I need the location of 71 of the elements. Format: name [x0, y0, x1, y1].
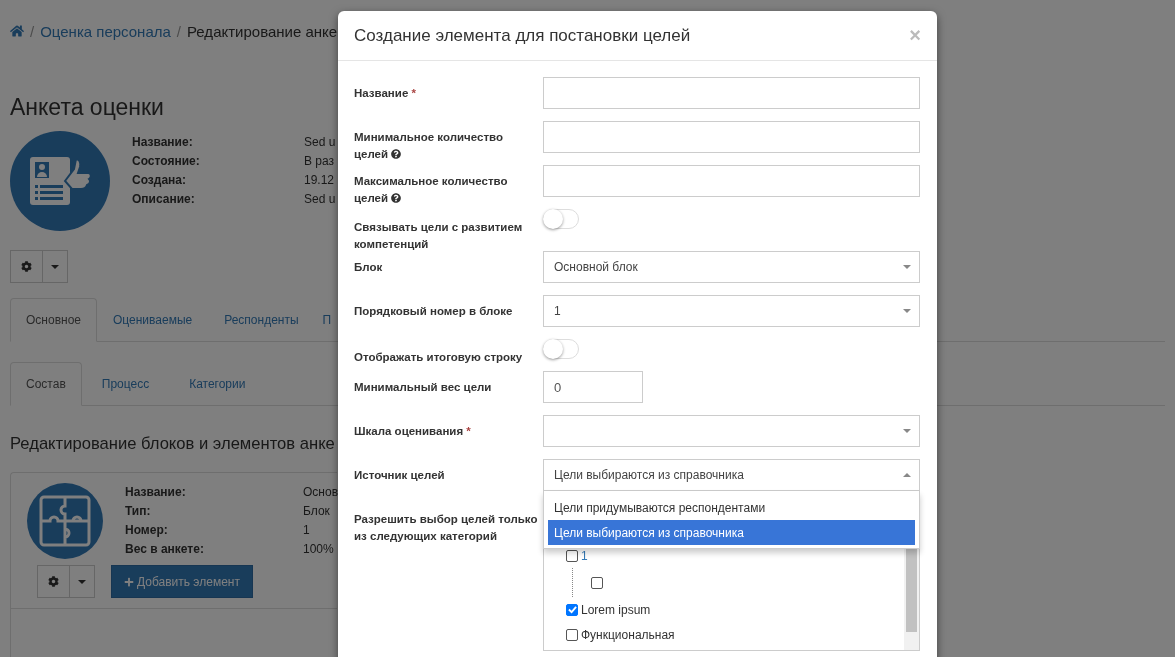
section-title: Редактирование блоков и элементов анке — [10, 434, 335, 454]
field-label: Шкала оценивания * — [354, 424, 472, 439]
dropdown-option[interactable]: Цели придумываются респондентами — [548, 495, 915, 520]
field-label: Минимальное количество целей — [354, 130, 504, 162]
add-element-button[interactable]: Добавить элемент — [111, 565, 253, 598]
profile-card-icon — [10, 131, 110, 231]
dropdown-toggle[interactable] — [42, 250, 68, 283]
breadcrumb-separator: / — [30, 22, 35, 40]
select-field[interactable]: 1 — [543, 295, 920, 327]
text-field[interactable] — [543, 165, 920, 197]
tree-item-label[interactable]: Lorem ipsum — [581, 602, 651, 617]
info-label: Название: — [132, 135, 194, 149]
info-value: Sed u — [304, 135, 336, 149]
field-label: Минимальный вес цели — [354, 380, 493, 395]
info-label: Вес в анкете: — [125, 542, 205, 556]
select-field[interactable]: Цели выбираются из справочника — [543, 459, 920, 491]
settings-icon — [21, 261, 32, 272]
settings-button[interactable] — [37, 565, 70, 598]
info-label: Описание: — [132, 192, 196, 206]
required-mark: * — [466, 425, 471, 437]
field-label: Порядковый номер в блоке — [354, 304, 514, 319]
select-field[interactable]: Основной блок — [543, 251, 920, 283]
tab[interactable]: Основное — [10, 298, 97, 342]
field-label: Отображать итоговую строку — [354, 350, 524, 365]
info-label: Номер: — [125, 523, 169, 537]
dropdown-toggle[interactable] — [69, 565, 95, 598]
info-label: Состояние: — [132, 154, 201, 168]
text-field[interactable] — [543, 121, 920, 153]
tab[interactable]: Состав — [10, 362, 82, 406]
breadcrumb-separator: / — [176, 22, 181, 40]
field-label: Максимальное количество целей — [354, 174, 509, 206]
help-icon[interactable] — [391, 193, 402, 203]
modal-title: Создание элемента для постановки целей — [354, 25, 691, 46]
info-value: 100% — [303, 542, 335, 556]
field-label: Связывать цели с развитием компетенций — [354, 220, 524, 252]
toggle-switch[interactable] — [543, 339, 579, 359]
required-mark: * — [411, 87, 416, 99]
plus-icon — [124, 576, 134, 587]
info-label: Название: — [125, 485, 187, 499]
select-field[interactable] — [543, 415, 920, 447]
home-icon[interactable] — [10, 24, 24, 38]
dropdown-option[interactable]: Цели выбираются из справочника — [548, 520, 915, 545]
info-value: В раз — [304, 154, 336, 168]
settings-icon — [48, 576, 59, 587]
info-label: Создана: — [132, 173, 187, 187]
close-button[interactable]: × — [909, 24, 921, 47]
field-label: Название * — [354, 86, 417, 101]
help-icon[interactable] — [391, 149, 402, 159]
toggle-switch[interactable] — [543, 209, 579, 229]
info-value: Sed u — [304, 192, 336, 206]
checkbox[interactable] — [591, 576, 603, 589]
text-field[interactable] — [543, 77, 920, 109]
puzzle-icon — [27, 483, 103, 559]
checkbox[interactable] — [566, 628, 578, 641]
info-value: 19.12 — [304, 173, 336, 187]
breadcrumb-link[interactable]: Оценка персонала — [40, 22, 171, 40]
info-value: Блок — [303, 504, 331, 518]
checkbox[interactable] — [566, 603, 578, 616]
tree-item-label[interactable]: 1 — [581, 548, 588, 563]
info-value: Основ — [303, 485, 338, 499]
field-label: Источник целей — [354, 468, 446, 483]
breadcrumb-current: Редактирование анке — [187, 22, 338, 40]
settings-button[interactable] — [10, 250, 43, 283]
info-value: 1 — [303, 523, 311, 537]
number-field[interactable]: 0 — [543, 371, 643, 403]
tree-item-label[interactable]: Функциональная — [581, 627, 675, 642]
page-title: Анкета оценки — [10, 94, 165, 121]
info-label: Тип: — [125, 504, 152, 518]
checkbox[interactable] — [566, 549, 578, 562]
field-label: Блок — [354, 260, 384, 275]
field-label: Разрешить выбор целей только из следующих категорий — [354, 512, 539, 544]
